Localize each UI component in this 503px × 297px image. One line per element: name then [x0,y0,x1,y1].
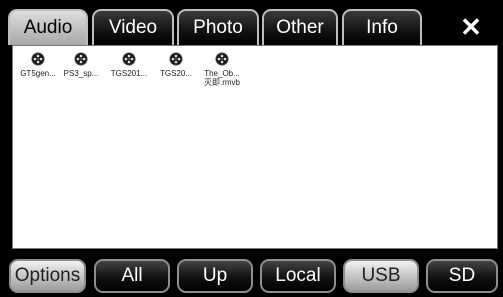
film-reel-icon [215,52,229,66]
file-name: TGS201... [110,69,148,78]
options-button[interactable]: Options [9,259,86,293]
bottom-toolbar: Options All Up Local USB SD [0,254,503,297]
film-reel-icon [169,52,183,66]
file-item[interactable]: TGS201... [106,52,152,78]
file-name: TGS20... [159,69,192,78]
all-button[interactable]: All [94,259,170,293]
film-reel-icon [74,52,88,66]
up-button[interactable]: Up [177,259,253,293]
file-name: PS3_sp... [63,69,99,78]
file-item[interactable]: GT5gen... [15,52,61,78]
tab-video[interactable]: Video [92,9,174,45]
tab-photo[interactable]: Photo [177,9,259,45]
file-name: GT5gen... [20,69,56,78]
usb-button[interactable]: USB [343,259,419,293]
film-reel-icon [31,52,45,66]
file-name: The_Ob... [204,69,240,78]
file-item[interactable]: The_Ob... 灭即.rmvb [199,52,245,87]
sd-button[interactable]: SD [426,259,498,293]
local-button[interactable]: Local [260,259,336,293]
tab-other[interactable]: Other [262,9,338,45]
tab-info[interactable]: Info [342,9,422,45]
file-item[interactable]: PS3_sp... [58,52,104,78]
tab-bar: Audio Video Photo Other Info ✕ [0,0,503,46]
file-item[interactable]: TGS20... [153,52,199,78]
tab-audio[interactable]: Audio [8,9,88,45]
close-icon: ✕ [460,12,482,42]
file-name-line2: 灭即.rmvb [204,78,240,87]
file-browser-panel: GT5gen... PS3_sp... TGS201... TGS20... T… [12,45,498,249]
film-reel-icon [122,52,136,66]
close-button[interactable]: ✕ [451,9,491,45]
